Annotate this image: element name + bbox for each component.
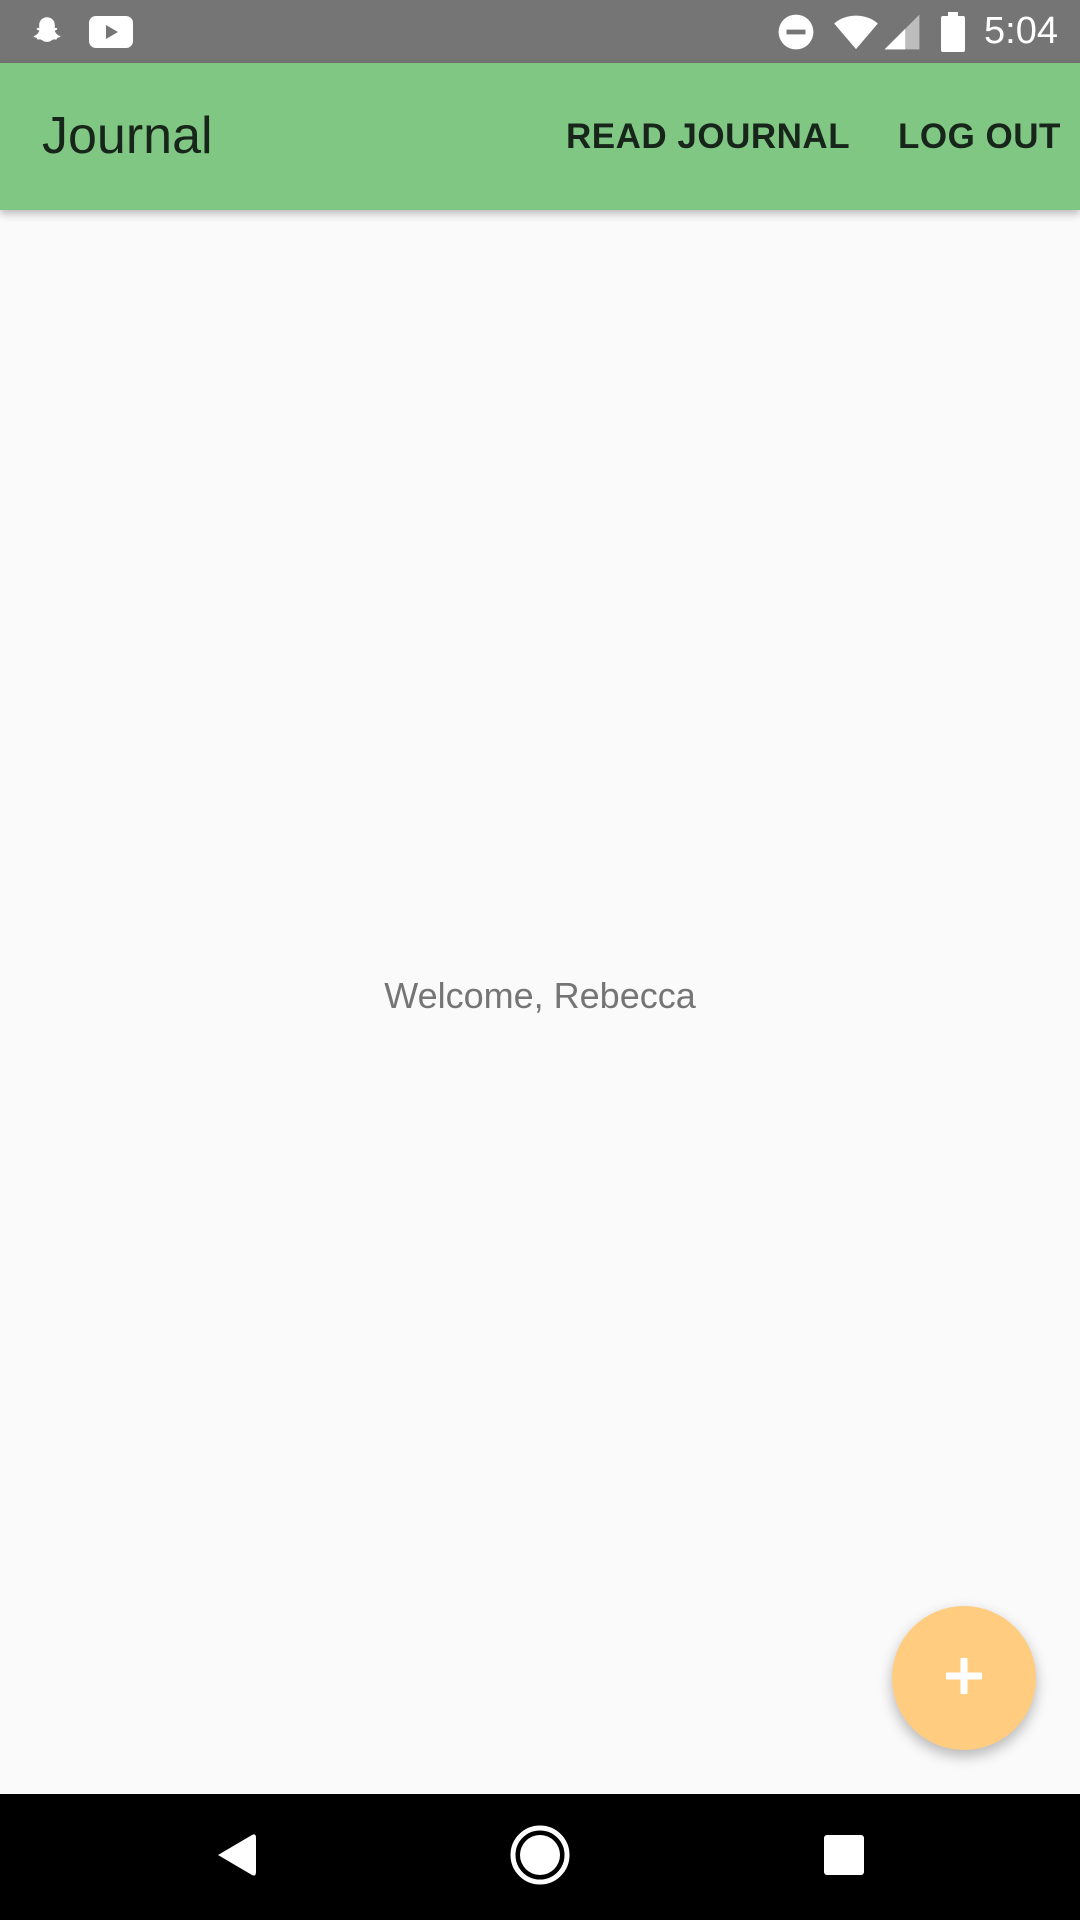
- home-button[interactable]: [470, 1794, 610, 1920]
- recents-button[interactable]: [774, 1794, 914, 1920]
- navigation-bar: [0, 1794, 1080, 1920]
- snapchat-icon: [26, 0, 68, 63]
- status-bar: 5:04: [0, 0, 1080, 63]
- read-journal-button[interactable]: READ JOURNAL: [566, 63, 850, 210]
- log-out-button[interactable]: LOG OUT: [898, 63, 1061, 210]
- app-title: Journal: [42, 107, 213, 165]
- plus-icon: [944, 1656, 984, 1701]
- back-button[interactable]: [166, 1794, 306, 1920]
- status-time: 5:04: [984, 10, 1058, 52]
- add-entry-button[interactable]: [892, 1606, 1036, 1750]
- cell-signal-icon: [882, 0, 922, 63]
- wifi-icon: [832, 0, 880, 63]
- do-not-disturb-icon: [776, 0, 816, 63]
- youtube-icon: [88, 0, 134, 63]
- battery-icon: [938, 0, 968, 63]
- back-icon: [214, 1831, 258, 1884]
- screen: 5:04 Journal READ JOURNAL LOG OUT Welcom…: [0, 0, 1080, 1920]
- app-bar: Journal READ JOURNAL LOG OUT: [0, 63, 1080, 210]
- welcome-message: Welcome, Rebecca: [384, 975, 696, 1016]
- home-icon: [509, 1824, 571, 1891]
- recents-icon: [823, 1834, 865, 1881]
